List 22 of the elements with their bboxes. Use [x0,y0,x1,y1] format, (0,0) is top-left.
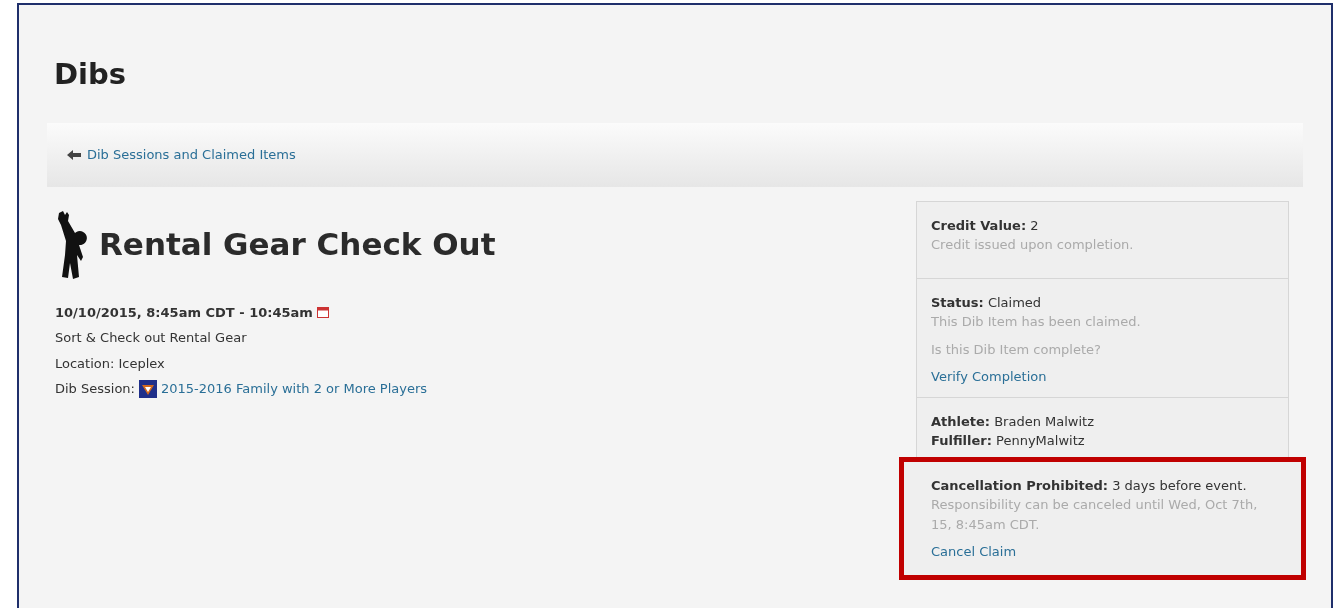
breadcrumb-link[interactable]: Dib Sessions and Claimed Items [87,144,296,165]
field-text: Athlete: Braden Malwitz [931,412,1095,431]
question-text: Is this Dib Item complete? [931,340,1102,359]
field-text: Fulfiller: PennyMalwitz [931,432,1086,450]
event-description: Sort & Check out Rental Gear [55,329,248,347]
event-location: Location: Iceplex [55,354,166,373]
calendar-icon[interactable] [316,306,329,319]
shield-logo-icon [139,379,157,398]
session-label: Dib Session: [55,380,135,398]
item-title: Rental Gear Check Out [99,225,496,265]
note-text: This Dib Item has been claimed. [931,313,1142,331]
field-text: Cancellation Prohibited: 3 days before event. [931,476,1248,495]
event-datetime: 10/10/2015, 8:45am CDT - 10:45am [55,303,313,322]
note-text: Credit issued upon completion. [931,236,1135,254]
field-text: Status: Claimed [931,293,1043,312]
action-link[interactable]: Cancel Claim [931,542,1017,562]
note-text: Responsibility can be canceled until Wed, Oct 7th, 15, 8:45am CDT. [931,496,1259,534]
action-link[interactable]: Verify Completion [931,367,1047,387]
session-link[interactable]: 2015-2016 Family with 2 or More Players [161,379,428,399]
page-title: Dibs [54,56,128,93]
back-arrow-icon [67,149,81,160]
field-text: Credit Value: 2 [931,216,1040,235]
